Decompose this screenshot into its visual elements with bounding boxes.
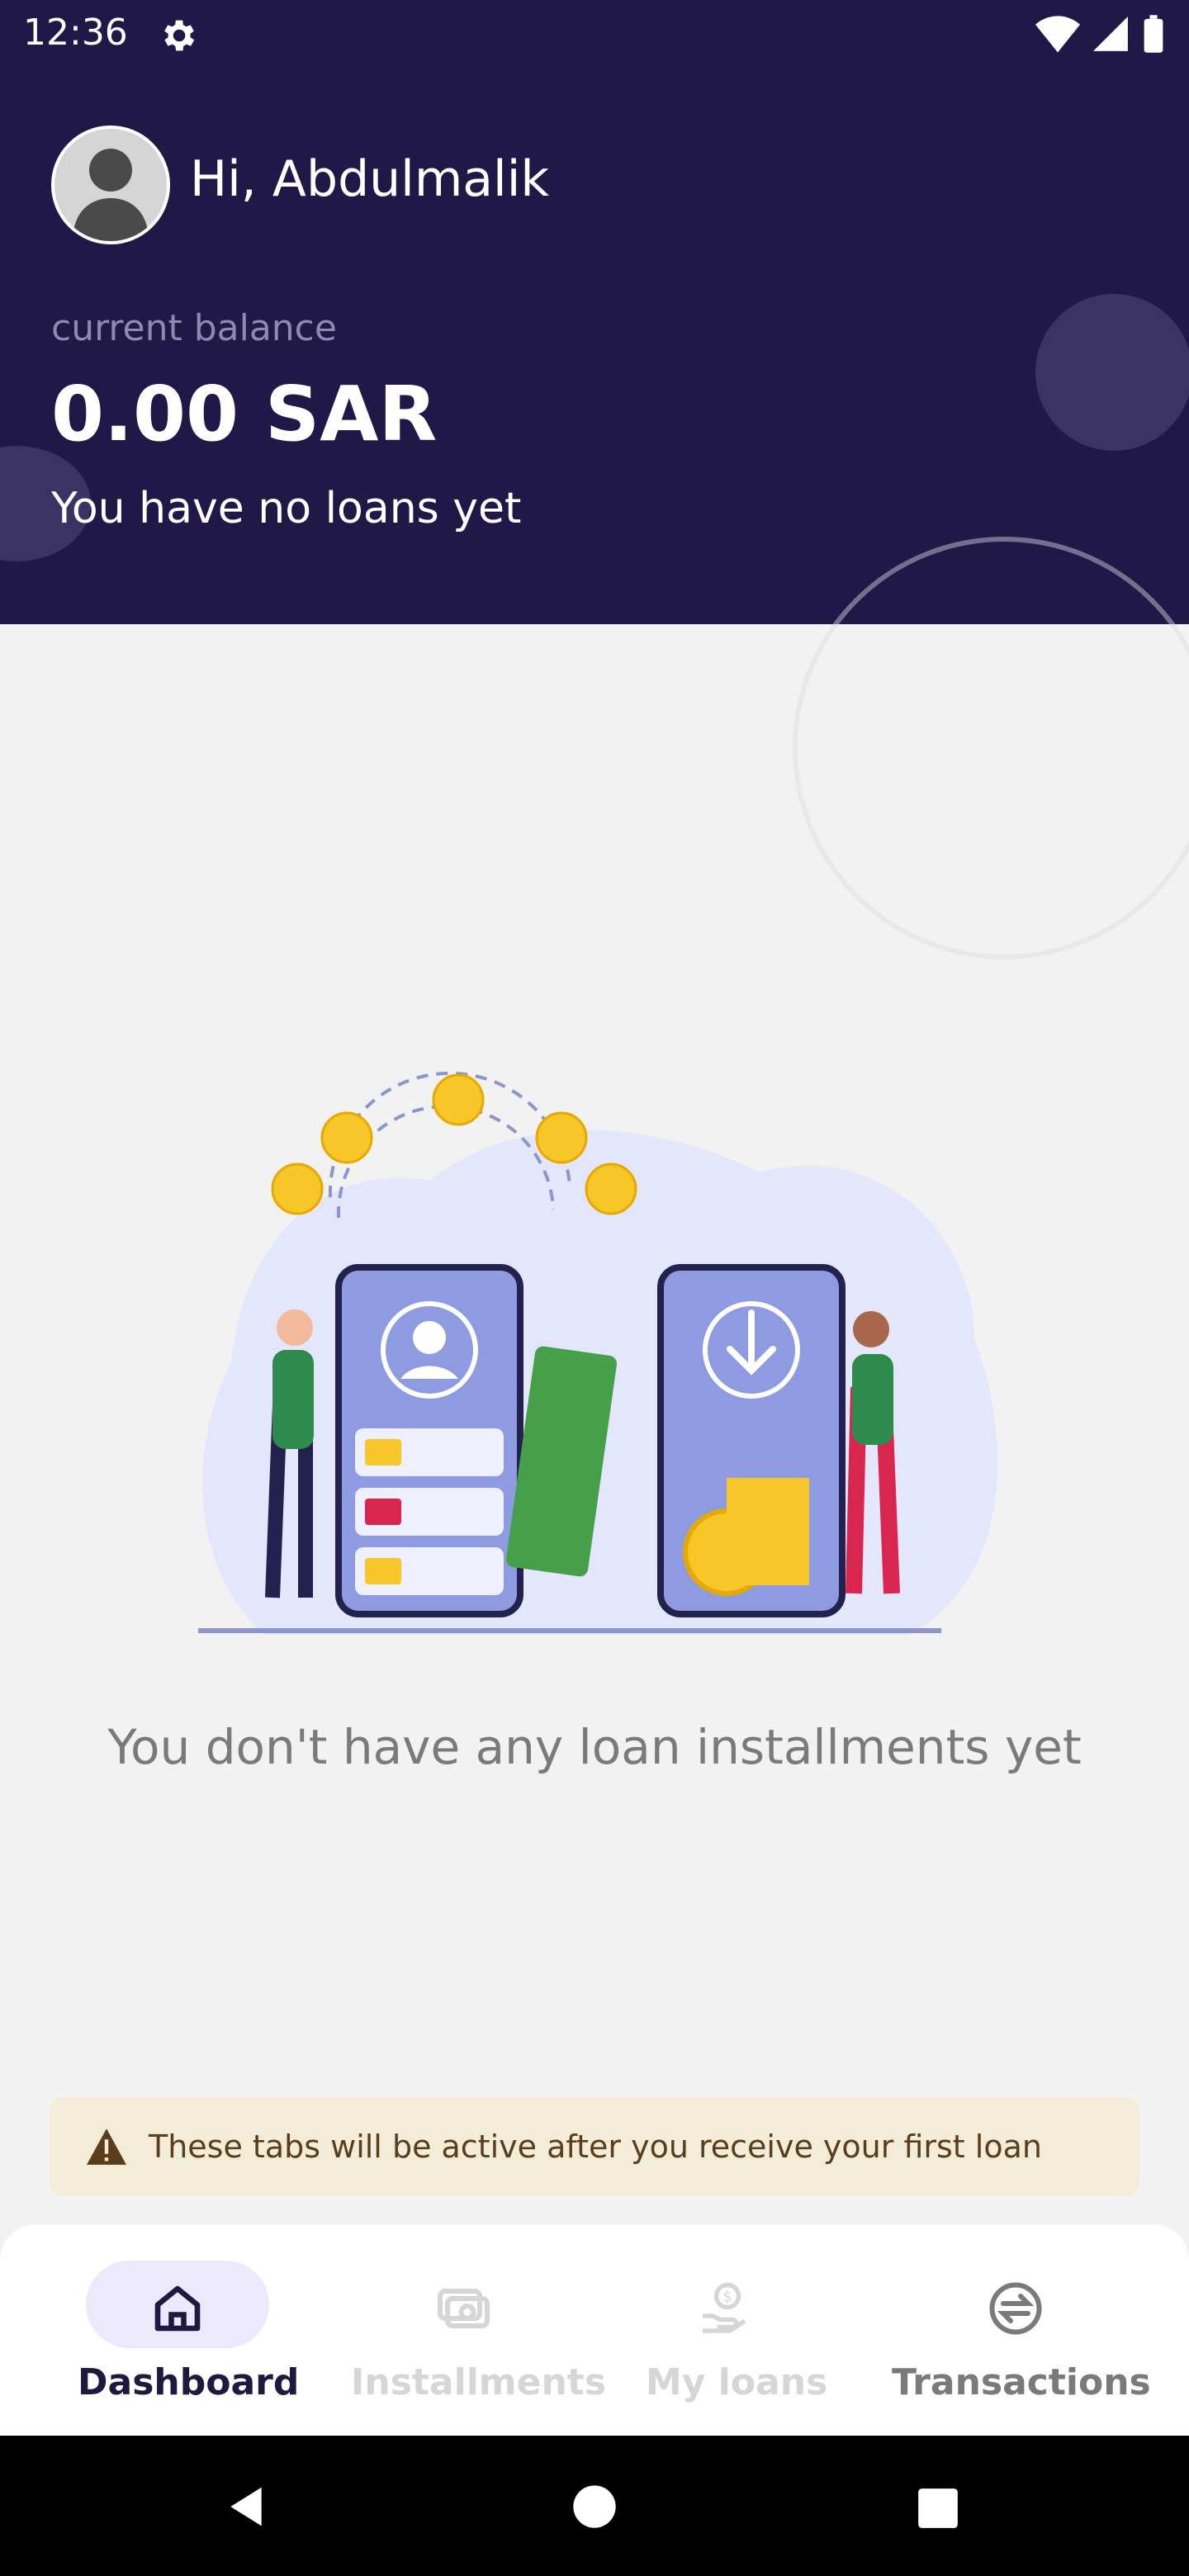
loan-hand-icon: $: [703, 2282, 746, 2333]
battery-icon: [1144, 15, 1163, 53]
bottom-navigation: Dashboard Installments $ My loans Transa…: [0, 2224, 1189, 2436]
recents-icon[interactable]: [917, 2487, 959, 2530]
empty-installments-message: You don't have any loan installments yet: [107, 1719, 1082, 1775]
greeting: Hi, Abdulmalik: [190, 150, 550, 208]
user-silhouette-icon: [73, 149, 149, 241]
avatar[interactable]: [51, 125, 170, 244]
notice-banner: These tabs will be active after you rece…: [50, 2097, 1139, 2196]
notice-text: These tabs will be active after you rece…: [149, 2129, 1042, 2165]
nav-label-dashboard: Dashboard: [78, 2361, 300, 2403]
gear-icon: [164, 20, 195, 51]
home-circle-icon[interactable]: [571, 2484, 618, 2530]
svg-text:$: $: [722, 2289, 732, 2306]
system-navigation-bar: [0, 2436, 1189, 2576]
nav-dashboard[interactable]: Dashboard: [0, 2224, 355, 2436]
home-icon: [154, 2285, 201, 2332]
installments-icon: [438, 2289, 490, 2328]
header: 12:36 Hi, Abdulmalik current balance 0.0…: [0, 0, 1189, 624]
system-icons: [1035, 13, 1166, 54]
nav-my-loans[interactable]: $ My loans: [628, 2224, 828, 2436]
nav-transactions[interactable]: Transactions: [875, 2224, 1156, 2436]
signal-icon: [1093, 17, 1128, 51]
wifi-icon: [1035, 16, 1080, 53]
balance-label: current balance: [51, 307, 337, 349]
status-bar: 12:36: [0, 0, 1189, 74]
decorative-ring: [793, 537, 1189, 959]
transactions-icon: [989, 2282, 1042, 2335]
nav-label-transactions: Transactions: [892, 2361, 1151, 2403]
warning-icon: [87, 2129, 126, 2165]
nav-installments[interactable]: Installments: [339, 2224, 606, 2436]
back-icon[interactable]: [223, 2484, 269, 2530]
current-balance: 0.00 SAR: [51, 370, 438, 458]
status-time: 12:36: [23, 12, 128, 54]
loans-status: You have no loans yet: [51, 484, 522, 533]
loan-illustration: [198, 1071, 998, 1635]
nav-label-my-loans: My loans: [646, 2361, 828, 2403]
decorative-circle: [1035, 294, 1189, 451]
nav-label-installments: Installments: [351, 2361, 607, 2403]
